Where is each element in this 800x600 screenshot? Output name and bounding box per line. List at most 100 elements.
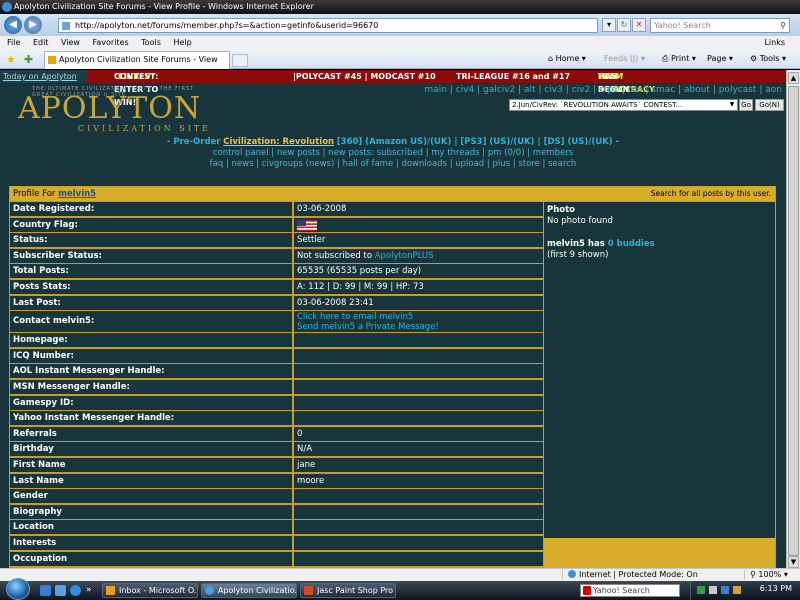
scroll-thumb[interactable]	[788, 86, 799, 556]
task-outlook[interactable]: Inbox - Microsoft O...	[102, 583, 198, 598]
go-button[interactable]: Go	[739, 99, 753, 111]
user-links-line[interactable]: control panel | new posts | new posts: s…	[0, 148, 786, 159]
clock[interactable]: 6:13 PM	[760, 584, 792, 593]
show-desktop-icon[interactable]	[40, 585, 51, 596]
nav-main[interactable]: main	[424, 85, 447, 95]
table-row: Last Post: 03-06-2008 23:41	[10, 295, 543, 312]
new-tab-button[interactable]	[232, 54, 248, 67]
forum-jump-value: 2.Jun/CivRev: `REVOLUTION AWAITS` CONTES…	[512, 101, 683, 109]
subscriber-text: Not subscribed to	[297, 250, 373, 261]
nav-civ2[interactable]: civ2	[572, 85, 591, 95]
table-row: Referrals 0	[10, 426, 543, 443]
outlook-icon	[106, 586, 115, 595]
menu-tools[interactable]: Tools	[141, 38, 161, 47]
nav-ctp2[interactable]: ctp2	[599, 85, 619, 95]
forward-arrow-icon[interactable]: ▶	[24, 16, 42, 34]
table-row: ICQ Number:	[10, 348, 543, 365]
yahoo-icon	[583, 586, 591, 595]
network-icon[interactable]	[697, 586, 705, 594]
row-value	[294, 395, 543, 411]
civ-revolution-link[interactable]: Civilization: Revolution	[223, 137, 334, 147]
feeds-button[interactable]: Feeds (J) ▾	[604, 53, 645, 65]
nav-aon[interactable]: aon	[765, 85, 782, 95]
preorder-store-links[interactable]: [360] (Amazon US)/(UK) | [PS3] (US)/(UK)…	[337, 137, 619, 147]
menu-view[interactable]: View	[61, 38, 80, 47]
nav-civ4[interactable]: civ4	[456, 85, 475, 95]
buddies-link[interactable]: 0 buddies	[608, 239, 655, 249]
logo-subtitle: CIVILIZATION SITE	[78, 124, 212, 133]
tools-menu-button[interactable]: ⚙ Tools ▾	[750, 53, 786, 65]
tray-app-icon[interactable]	[721, 586, 729, 594]
stop-icon[interactable]: ✕	[632, 18, 646, 32]
row-value	[294, 504, 543, 520]
photo-panel-footer	[544, 538, 775, 568]
volume-icon[interactable]	[709, 586, 717, 594]
polycast-link[interactable]: |POLYCAST #45 | MODCAST #10	[293, 70, 436, 83]
table-row: Location	[10, 520, 543, 536]
tab-current[interactable]: Apolyton Civilization Site Forums - View…	[44, 51, 230, 80]
go-new-button[interactable]: Go(N)	[755, 99, 784, 111]
start-button[interactable]	[6, 578, 30, 600]
apolyton-logo[interactable]: THE ULTIMATE CIVILIZATION II SITE · THE …	[18, 86, 218, 133]
switch-windows-icon[interactable]	[55, 585, 66, 596]
menu-favorites[interactable]: Favorites	[93, 38, 129, 47]
scroll-up-icon[interactable]: ▲	[788, 72, 799, 84]
search-icon[interactable]: ⚲	[780, 19, 786, 32]
nav-galciv2[interactable]: galciv2	[483, 85, 515, 95]
print-button[interactable]: ⎙ Print ▾	[662, 53, 696, 65]
taskbar-search-input[interactable]: Yahoo! Search	[580, 584, 680, 597]
tray-app-icon-2[interactable]	[733, 586, 741, 594]
zoom-level[interactable]: ⚲ 100% ▾	[750, 569, 788, 581]
url-field[interactable]: http://apolyton.net/forums/member.php?s=…	[58, 18, 598, 33]
nav-smac[interactable]: smac	[651, 85, 675, 95]
apolytonplus-link[interactable]: ApolytonPLUS	[375, 251, 434, 261]
nav-alt[interactable]: alt	[524, 85, 536, 95]
ie-quicklaunch-icon[interactable]	[70, 585, 81, 596]
home-button[interactable]: ⌂ Home ▾	[548, 53, 586, 65]
nav-ron[interactable]: ron	[628, 85, 643, 95]
trileague-link[interactable]: TRI-LEAGUE #16 and #17	[456, 70, 570, 83]
search-input[interactable]: Yahoo! Search ⚲	[650, 18, 790, 33]
nav-about[interactable]: about	[684, 85, 710, 95]
refresh-icon[interactable]: ↻	[617, 18, 631, 32]
nav-civ3[interactable]: civ3	[544, 85, 563, 95]
row-label: Homepage:	[10, 333, 293, 349]
forum-jump-select[interactable]: 2.Jun/CivRev: `REVOLUTION AWAITS` CONTES…	[509, 99, 738, 111]
today-on-apolyton-link[interactable]: Today on Apolyton	[0, 70, 88, 83]
preorder-label: - Pre-Order	[166, 137, 221, 147]
security-zone[interactable]: Internet | Protected Mode: On	[568, 569, 698, 581]
menu-help[interactable]: Help	[173, 38, 191, 47]
page-scrollbar[interactable]: ▲ ▼	[786, 70, 800, 568]
row-value: A: 112 | D: 99 | M: 99 | HP: 73	[294, 280, 543, 295]
table-row: First Name jane	[10, 458, 543, 474]
row-value	[294, 520, 543, 536]
back-arrow-icon[interactable]: ◀	[4, 16, 22, 34]
zoom-text: 100%	[758, 570, 782, 579]
task-paint-shop[interactable]: Jasc Paint Shop Pro ...	[300, 583, 396, 598]
site-links-line[interactable]: faq | news | civgroups (news) | hall of …	[0, 159, 786, 170]
row-value	[294, 489, 543, 505]
compatibility-dropdown-icon[interactable]: ▾	[602, 18, 616, 32]
row-value: N/A	[294, 442, 543, 458]
chevron-down-icon: ▼	[729, 101, 735, 108]
menu-edit[interactable]: Edit	[33, 38, 49, 47]
row-label: MSN Messenger Handle:	[10, 380, 293, 395]
row-label: ICQ Number:	[10, 348, 293, 364]
nav-polycast[interactable]: polycast	[719, 85, 757, 95]
row-value	[294, 551, 543, 567]
menu-file[interactable]: File	[7, 38, 20, 47]
private-message-link[interactable]: Send melvin5 a Private Message!	[297, 322, 543, 332]
scroll-down-icon[interactable]: ▼	[788, 556, 799, 568]
email-user-link[interactable]: Click here to email melvin5	[297, 312, 543, 322]
page-menu-button[interactable]: Page ▾	[707, 53, 733, 65]
add-favorite-icon[interactable]: ✚	[24, 53, 33, 66]
profile-username-link[interactable]: melvin5	[58, 189, 96, 199]
task-label: Jasc Paint Shop Pro ...	[317, 586, 396, 595]
row-value: moore	[294, 473, 543, 489]
links-toolbar[interactable]: Links	[764, 36, 785, 49]
favorites-star-icon[interactable]: ★	[6, 53, 16, 66]
profile-table: Profile For melvin5 Search for all posts…	[9, 186, 776, 568]
task-ie[interactable]: Apolyton Civilizatio...	[201, 583, 297, 598]
quicklaunch-more-icon[interactable]: »	[86, 585, 97, 596]
search-posts-link[interactable]: Search for all posts by this user.	[651, 187, 771, 201]
